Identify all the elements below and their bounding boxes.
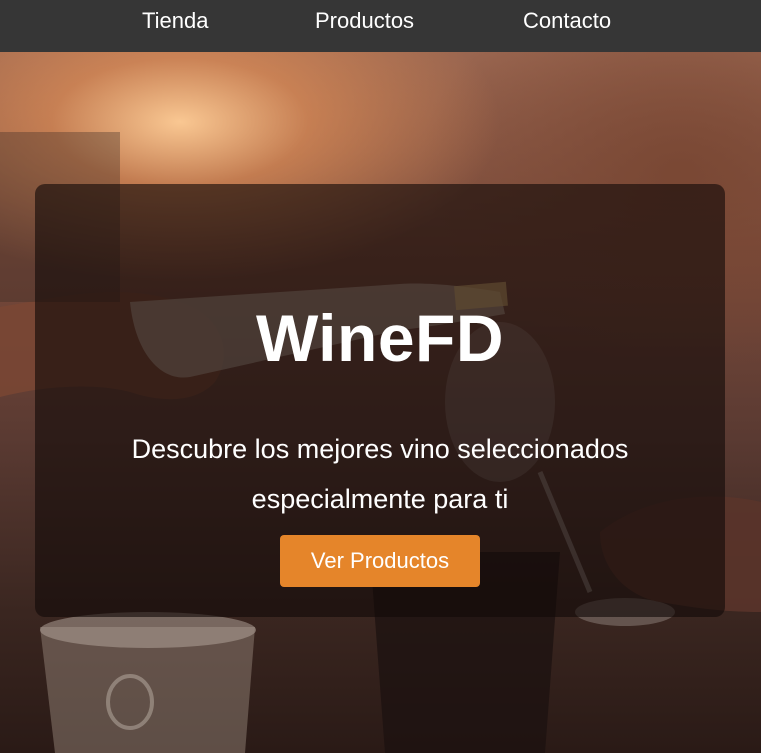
view-products-button[interactable]: Ver Productos: [280, 535, 480, 587]
top-navbar: Tienda Productos Contacto: [0, 0, 761, 52]
nav-link-productos[interactable]: Productos: [315, 8, 414, 34]
hero-overlay-card: WineFD Descubre los mejores vino selecci…: [35, 184, 725, 617]
brand-title: WineFD: [255, 301, 505, 375]
hero-tagline: Descubre los mejores vino seleccionados …: [131, 434, 629, 514]
hero-section: WineFD Descubre los mejores vino selecci…: [0, 52, 761, 753]
nav-link-contacto[interactable]: Contacto: [523, 8, 611, 34]
nav-link-tienda[interactable]: Tienda: [142, 8, 208, 34]
